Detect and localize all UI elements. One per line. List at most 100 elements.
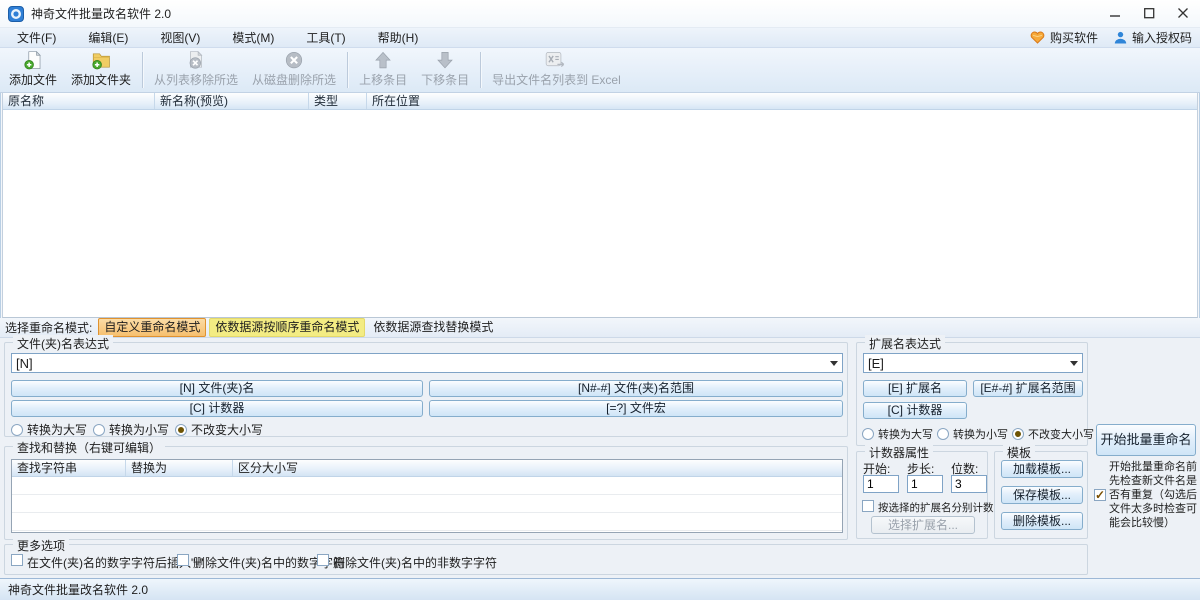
maximize-button[interactable] [1132, 0, 1166, 27]
tab-custom-rename-mode[interactable]: 自定义重命名模式 [98, 318, 206, 337]
ext-case-keep-radio[interactable]: 不改变大小写 [1012, 426, 1094, 442]
name-case-lower-radio[interactable]: 转换为小写 [93, 421, 169, 438]
app-logo-icon [8, 6, 24, 22]
insert-counter-button[interactable]: [C] 计数器 [11, 400, 423, 417]
menu-help[interactable]: 帮助(H) [369, 27, 428, 48]
remove-non-digit-chars-checkbox[interactable]: 删除文件(夹)名中的非数字字符 [317, 554, 497, 571]
tab-datasource-find-replace-mode[interactable]: 依数据源查找替换模式 [368, 319, 498, 336]
remove-selected-button[interactable]: 从列表移除所选 [147, 49, 245, 91]
remove-from-list-icon [183, 51, 209, 70]
find-replace-group: 查找和替换（右键可编辑） 查找字符串 替换为 区分大小写 [4, 446, 848, 540]
chevron-down-icon[interactable] [1066, 356, 1082, 370]
find-replace-body[interactable] [12, 477, 842, 532]
name-expression-combobox[interactable]: [N] [11, 353, 843, 373]
add-folder-button[interactable]: 添加文件夹 [64, 49, 138, 91]
delete-from-disk-icon [281, 51, 307, 70]
menu-tools[interactable]: 工具(T) [297, 27, 354, 48]
minimize-button[interactable] [1098, 0, 1132, 27]
column-header-location[interactable]: 所在位置 [367, 93, 1197, 109]
add-file-icon [20, 51, 46, 70]
move-down-button[interactable]: 下移条目 [414, 49, 476, 91]
chevron-down-icon[interactable] [826, 356, 842, 370]
save-template-button[interactable]: 保存模板... [1001, 486, 1083, 504]
column-header-case-sensitive[interactable]: 区分大小写 [233, 460, 842, 476]
select-extension-button[interactable]: 选择扩展名... [871, 516, 975, 534]
name-expression-title: 文件(夹)名表达式 [13, 335, 113, 352]
ext-expression-combobox[interactable]: [E] [863, 353, 1083, 373]
insert-ext-counter-button[interactable]: [C] 计数器 [863, 402, 967, 419]
templates-title: 模板 [1003, 444, 1035, 461]
move-up-icon [371, 51, 395, 70]
column-header-replace-with[interactable]: 替换为 [126, 460, 233, 476]
app-window: 神奇文件批量改名软件 2.0 文件(F) 编辑(E) 视图(V) 模式(M) 工… [0, 0, 1200, 600]
menu-edit[interactable]: 编辑(E) [79, 27, 137, 48]
delete-from-disk-button[interactable]: 从磁盘删除所选 [245, 49, 343, 91]
title-bar: 神奇文件批量改名软件 2.0 [0, 0, 1200, 28]
more-options-title: 更多选项 [13, 537, 69, 554]
column-header-type[interactable]: 类型 [309, 93, 367, 109]
file-list-body[interactable] [3, 110, 1197, 317]
insert-dash-after-digits-checkbox[interactable]: 在文件(夹)名的数字字符后插入"-" [11, 554, 204, 571]
user-icon [1114, 31, 1127, 44]
name-expression-group: 文件(夹)名表达式 [N] [N] 文件(夹)名 [N#-#] 文件(夹)名范围… [4, 342, 848, 437]
move-down-icon [433, 51, 457, 70]
toolbar-separator [347, 52, 348, 88]
insert-file-macro-button[interactable]: [=?] 文件宏 [429, 400, 843, 417]
export-excel-icon [541, 51, 571, 70]
insert-ext-range-button[interactable]: [E#-#] 扩展名范围 [973, 380, 1083, 397]
move-up-button[interactable]: 上移条目 [352, 49, 414, 91]
find-replace-title: 查找和替换（右键可编辑） [13, 439, 165, 456]
duplicate-check-checkbox[interactable] [1094, 489, 1106, 501]
column-header-new-name[interactable]: 新名称(预览) [155, 93, 309, 109]
window-controls [1098, 0, 1200, 27]
add-files-button[interactable]: 添加文件 [2, 49, 64, 91]
toolbar-separator [480, 52, 481, 88]
counter-properties-group: 计数器属性 开始: 步长: 位数: 按选择的扩展名分别计数 选择扩展名... [856, 451, 988, 539]
duplicate-check-option: 开始批量重命名前先检查新文件名是否有重复（勾选后文件太多时检查可能会比较慢） [1094, 460, 1200, 530]
ext-case-lower-radio[interactable]: 转换为小写 [937, 426, 1008, 442]
enter-license-link[interactable]: 输入授权码 [1114, 29, 1192, 46]
column-header-find-string[interactable]: 查找字符串 [12, 460, 126, 476]
ext-expression-title: 扩展名表达式 [865, 335, 945, 352]
mode-selector-label: 选择重命名模式: [5, 319, 92, 336]
menu-file[interactable]: 文件(F) [8, 27, 65, 48]
delete-template-button[interactable]: 删除模板... [1001, 512, 1083, 530]
menu-mode[interactable]: 模式(M) [223, 27, 283, 48]
main-panel: 文件(夹)名表达式 [N] [N] 文件(夹)名 [N#-#] 文件(夹)名范围… [0, 338, 1200, 578]
counter-start-input[interactable] [863, 475, 899, 493]
heart-icon [1030, 31, 1045, 44]
find-replace-table: 查找字符串 替换为 区分大小写 [11, 459, 843, 533]
file-list-table: 原名称 新名称(预览) 类型 所在位置 [2, 93, 1198, 318]
insert-name-range-button[interactable]: [N#-#] 文件(夹)名范围 [429, 380, 843, 397]
add-folder-icon [87, 51, 115, 70]
toolbar-separator [142, 52, 143, 88]
insert-name-button[interactable]: [N] 文件(夹)名 [11, 380, 423, 397]
templates-group: 模板 加载模板... 保存模板... 删除模板... [994, 451, 1088, 539]
count-per-extension-checkbox[interactable]: 按选择的扩展名分别计数 [862, 500, 994, 515]
menu-bar: 文件(F) 编辑(E) 视图(V) 模式(M) 工具(T) 帮助(H) 购买软件… [0, 28, 1200, 48]
window-title: 神奇文件批量改名软件 2.0 [31, 5, 171, 22]
start-batch-rename-button[interactable]: 开始批量重命名 [1096, 424, 1196, 456]
ext-case-upper-radio[interactable]: 转换为大写 [862, 426, 933, 442]
name-case-keep-radio[interactable]: 不改变大小写 [175, 421, 263, 438]
load-template-button[interactable]: 加载模板... [1001, 460, 1083, 478]
export-excel-button[interactable]: 导出文件名列表到 Excel [485, 49, 628, 91]
counter-digits-input[interactable] [951, 475, 987, 493]
menu-view[interactable]: 视图(V) [151, 27, 209, 48]
column-header-original-name[interactable]: 原名称 [3, 93, 155, 109]
more-options-group: 更多选项 在文件(夹)名的数字字符后插入"-" 删除文件(夹)名中的数字字符 删… [4, 544, 1088, 575]
name-case-upper-radio[interactable]: 转换为大写 [11, 421, 87, 438]
status-text: 神奇文件批量改名软件 2.0 [8, 581, 148, 598]
duplicate-check-label: 开始批量重命名前先检查新文件名是否有重复（勾选后文件太多时检查可能会比较慢） [1109, 460, 1200, 530]
tab-datasource-sequence-mode[interactable]: 依数据源按顺序重命名模式 [209, 318, 365, 337]
ext-expression-group: 扩展名表达式 [E] [E] 扩展名 [E#-#] 扩展名范围 [C] 计数器 … [856, 342, 1088, 446]
status-bar: 神奇文件批量改名软件 2.0 [0, 578, 1200, 600]
close-button[interactable] [1166, 0, 1200, 27]
main-toolbar: 添加文件 添加文件夹 从列表移除所选 [0, 48, 1200, 93]
file-list-header: 原名称 新名称(预览) 类型 所在位置 [3, 93, 1197, 110]
counter-step-input[interactable] [907, 475, 943, 493]
counter-properties-title: 计数器属性 [865, 444, 933, 461]
mode-selector-bar: 选择重命名模式: 自定义重命名模式 依数据源按顺序重命名模式 依数据源查找替换模… [0, 318, 1200, 338]
buy-software-link[interactable]: 购买软件 [1030, 29, 1098, 46]
insert-ext-button[interactable]: [E] 扩展名 [863, 380, 967, 397]
